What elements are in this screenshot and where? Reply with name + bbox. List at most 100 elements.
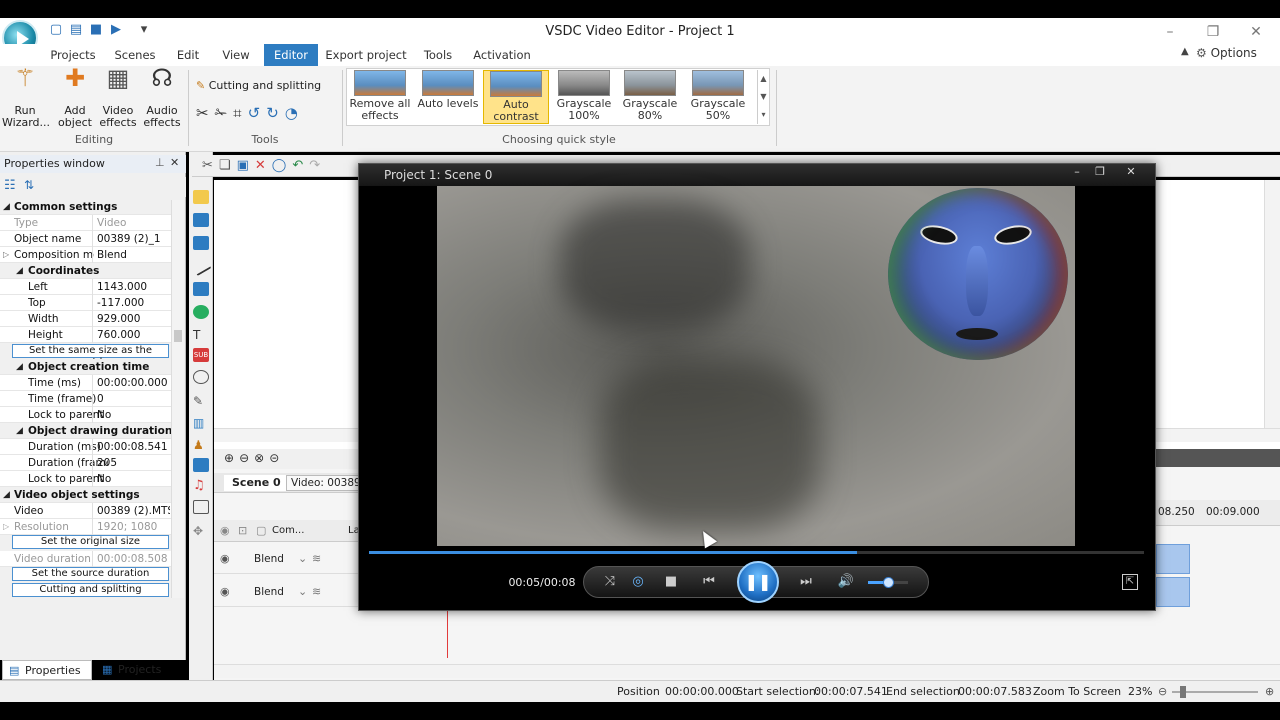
crop-icon[interactable]: ⌗ [233, 104, 247, 122]
player-close-icon[interactable]: ✕ [1120, 165, 1142, 179]
tab-scenes[interactable]: Scenes [108, 44, 162, 66]
video-clip[interactable] [1156, 577, 1190, 607]
categorized-icon[interactable]: ☷ [4, 178, 16, 193]
copy-icon[interactable]: ❏ [219, 158, 237, 173]
audio-wave-icon[interactable]: ≋ [312, 552, 321, 565]
style-grayscale-80[interactable]: Grayscale 80% [617, 70, 683, 122]
callout-tool-icon[interactable] [193, 370, 209, 384]
dropdown-chevron-icon[interactable]: ⌄ [298, 552, 307, 565]
mask-overlay-image[interactable] [888, 188, 1068, 360]
sprite-tool-icon[interactable]: ♟ [193, 438, 209, 452]
original-size-button[interactable]: Set the original size [12, 535, 169, 549]
cutting-splitting-prop-button[interactable]: Cutting and splitting [12, 583, 169, 597]
playhead[interactable] [447, 610, 448, 658]
pen-tool-icon[interactable]: ✎ [193, 394, 209, 408]
zoom-fit-icon[interactable]: ⊗ [254, 451, 269, 465]
ellipse-tool-icon[interactable] [193, 305, 209, 319]
paste-icon[interactable]: ▣ [237, 158, 255, 173]
prop-value[interactable]: 00:00:08.541 [92, 439, 170, 455]
track-blend-mode[interactable]: Blend [254, 553, 284, 565]
run-wizard-button[interactable]: ⚚ Run Wizard... [2, 66, 50, 129]
speed-icon[interactable]: ◔ [285, 104, 304, 122]
prop-value[interactable]: 929.000 [92, 311, 170, 327]
rotate-right-icon[interactable]: ↻ [266, 104, 285, 122]
tab-projects[interactable]: Projects [44, 44, 102, 66]
volume-knob[interactable] [883, 577, 894, 588]
prop-row-width[interactable]: Width 929.000 [0, 311, 171, 327]
prop-row-height[interactable]: Height 760.000 [0, 327, 171, 343]
audio-effects-button[interactable]: ☊ Audio effects [140, 66, 184, 129]
tab-edit[interactable]: Edit [168, 44, 208, 66]
prop-row-left[interactable]: Left 1143.000 [0, 279, 171, 295]
minimize-icon[interactable]: – [1150, 22, 1190, 42]
style-auto-levels[interactable]: Auto levels [415, 70, 481, 110]
eye-header-icon[interactable]: ◉ [220, 524, 230, 537]
zoom-slider-thumb[interactable] [1180, 686, 1186, 698]
tab-editor[interactable]: Editor [264, 44, 318, 66]
style-remove-all-effects[interactable]: Remove all effects [347, 70, 413, 122]
prop-value[interactable]: No [92, 407, 170, 423]
projects-explorer-tab[interactable]: ▦Projects ex... [96, 660, 186, 696]
stop-icon[interactable]: ■ [661, 574, 681, 590]
prop-value[interactable]: 760.000 [92, 327, 170, 343]
maximize-icon[interactable]: ❐ [1193, 22, 1233, 42]
player-maximize-icon[interactable]: ❐ [1089, 165, 1111, 179]
tab-activation[interactable]: Activation [468, 44, 536, 66]
audio-tool-icon[interactable]: ♫ [193, 478, 209, 493]
volume-icon[interactable]: 🔊 [836, 574, 856, 590]
repeat-icon[interactable]: ◎ [628, 574, 648, 590]
move-tool-icon[interactable]: ✥ [193, 524, 209, 538]
prop-row-video[interactable]: Video 00389 (2).MTS; [0, 503, 171, 519]
timeline-hscroll[interactable] [214, 664, 1280, 678]
track-blend-mode[interactable]: Blend [254, 586, 284, 598]
source-duration-button[interactable]: Set the source duration [12, 567, 169, 581]
options-button[interactable]: ⚙ Options [1196, 44, 1257, 62]
cut-icon[interactable]: ✂ [202, 158, 219, 173]
close-icon[interactable]: ✕ [1236, 22, 1276, 42]
text-tool-icon[interactable]: T [193, 328, 209, 342]
sort-az-icon[interactable]: ⇅ [24, 178, 34, 192]
properties-tab[interactable]: ▤Properties ... [2, 660, 92, 697]
video-settings-header[interactable]: ◢ Video object settings [0, 487, 171, 503]
pin-icon[interactable]: ⊥ [155, 156, 165, 169]
zoom-out-icon[interactable]: ⊖ [1158, 681, 1167, 703]
style-grayscale-100[interactable]: Grayscale 100% [551, 70, 617, 122]
add-object-button[interactable]: ✚ Add object [52, 66, 98, 129]
prop-value[interactable]: 1143.000 [92, 279, 170, 295]
drawing-duration-header[interactable]: ◢ Object drawing duration [0, 423, 172, 439]
tab-export-project[interactable]: Export project [324, 44, 408, 66]
lock-header-icon[interactable]: ⊡ [238, 524, 247, 537]
workarea-vscroll[interactable] [1264, 180, 1280, 428]
previous-icon[interactable]: ⏮ [696, 574, 722, 590]
prop-row-lock-parent[interactable]: Lock to parent No [0, 407, 171, 423]
properties-scrollbar[interactable] [171, 200, 184, 598]
gallery-scroll[interactable]: ▲ ▼ ▾ [757, 70, 769, 124]
pause-button[interactable]: ❚❚ [737, 561, 779, 603]
zoom-to-screen[interactable]: Zoom To Screen [1033, 681, 1121, 703]
visibility-eye-icon[interactable]: ◉ [220, 585, 230, 598]
rotate-left-icon[interactable]: ↺ [248, 104, 267, 122]
cutting-splitting-button[interactable]: ✎ Cutting and splitting [196, 79, 321, 92]
prop-value[interactable]: 0 [92, 391, 170, 407]
image-tool-icon[interactable] [193, 458, 209, 472]
prop-value[interactable]: 00:00:00.000 [92, 375, 170, 391]
zoom-out-icon[interactable]: ⊖ [239, 451, 254, 465]
coordinates-header[interactable]: ◢ Coordinates [0, 263, 171, 279]
prop-value[interactable]: No [92, 471, 170, 487]
dropdown-chevron-icon[interactable]: ⌄ [298, 585, 307, 598]
fullscreen-icon[interactable]: ⇱ [1122, 574, 1138, 590]
prop-row-top[interactable]: Top -117.000 [0, 295, 171, 311]
tab-tools[interactable]: Tools [414, 44, 462, 66]
visibility-eye-icon[interactable]: ◉ [220, 552, 230, 565]
shuffle-icon[interactable]: ⤨ [600, 574, 620, 590]
video-clip[interactable] [1156, 544, 1190, 574]
rectangle-tool-icon[interactable] [193, 282, 209, 296]
common-settings-header[interactable]: ◢ Common settings [0, 199, 171, 215]
prop-row-duration-frames[interactable]: Duration (frames)205 [0, 455, 171, 471]
tab-view[interactable]: View [214, 44, 258, 66]
prop-row-lock-parent-2[interactable]: Lock to parent No [0, 471, 171, 487]
scroll-thumb[interactable] [174, 330, 182, 342]
pointer-tool-icon[interactable] [193, 190, 209, 204]
stack-tool-icon[interactable] [193, 236, 209, 250]
zoom-in-icon[interactable]: ⊕ [224, 451, 239, 465]
